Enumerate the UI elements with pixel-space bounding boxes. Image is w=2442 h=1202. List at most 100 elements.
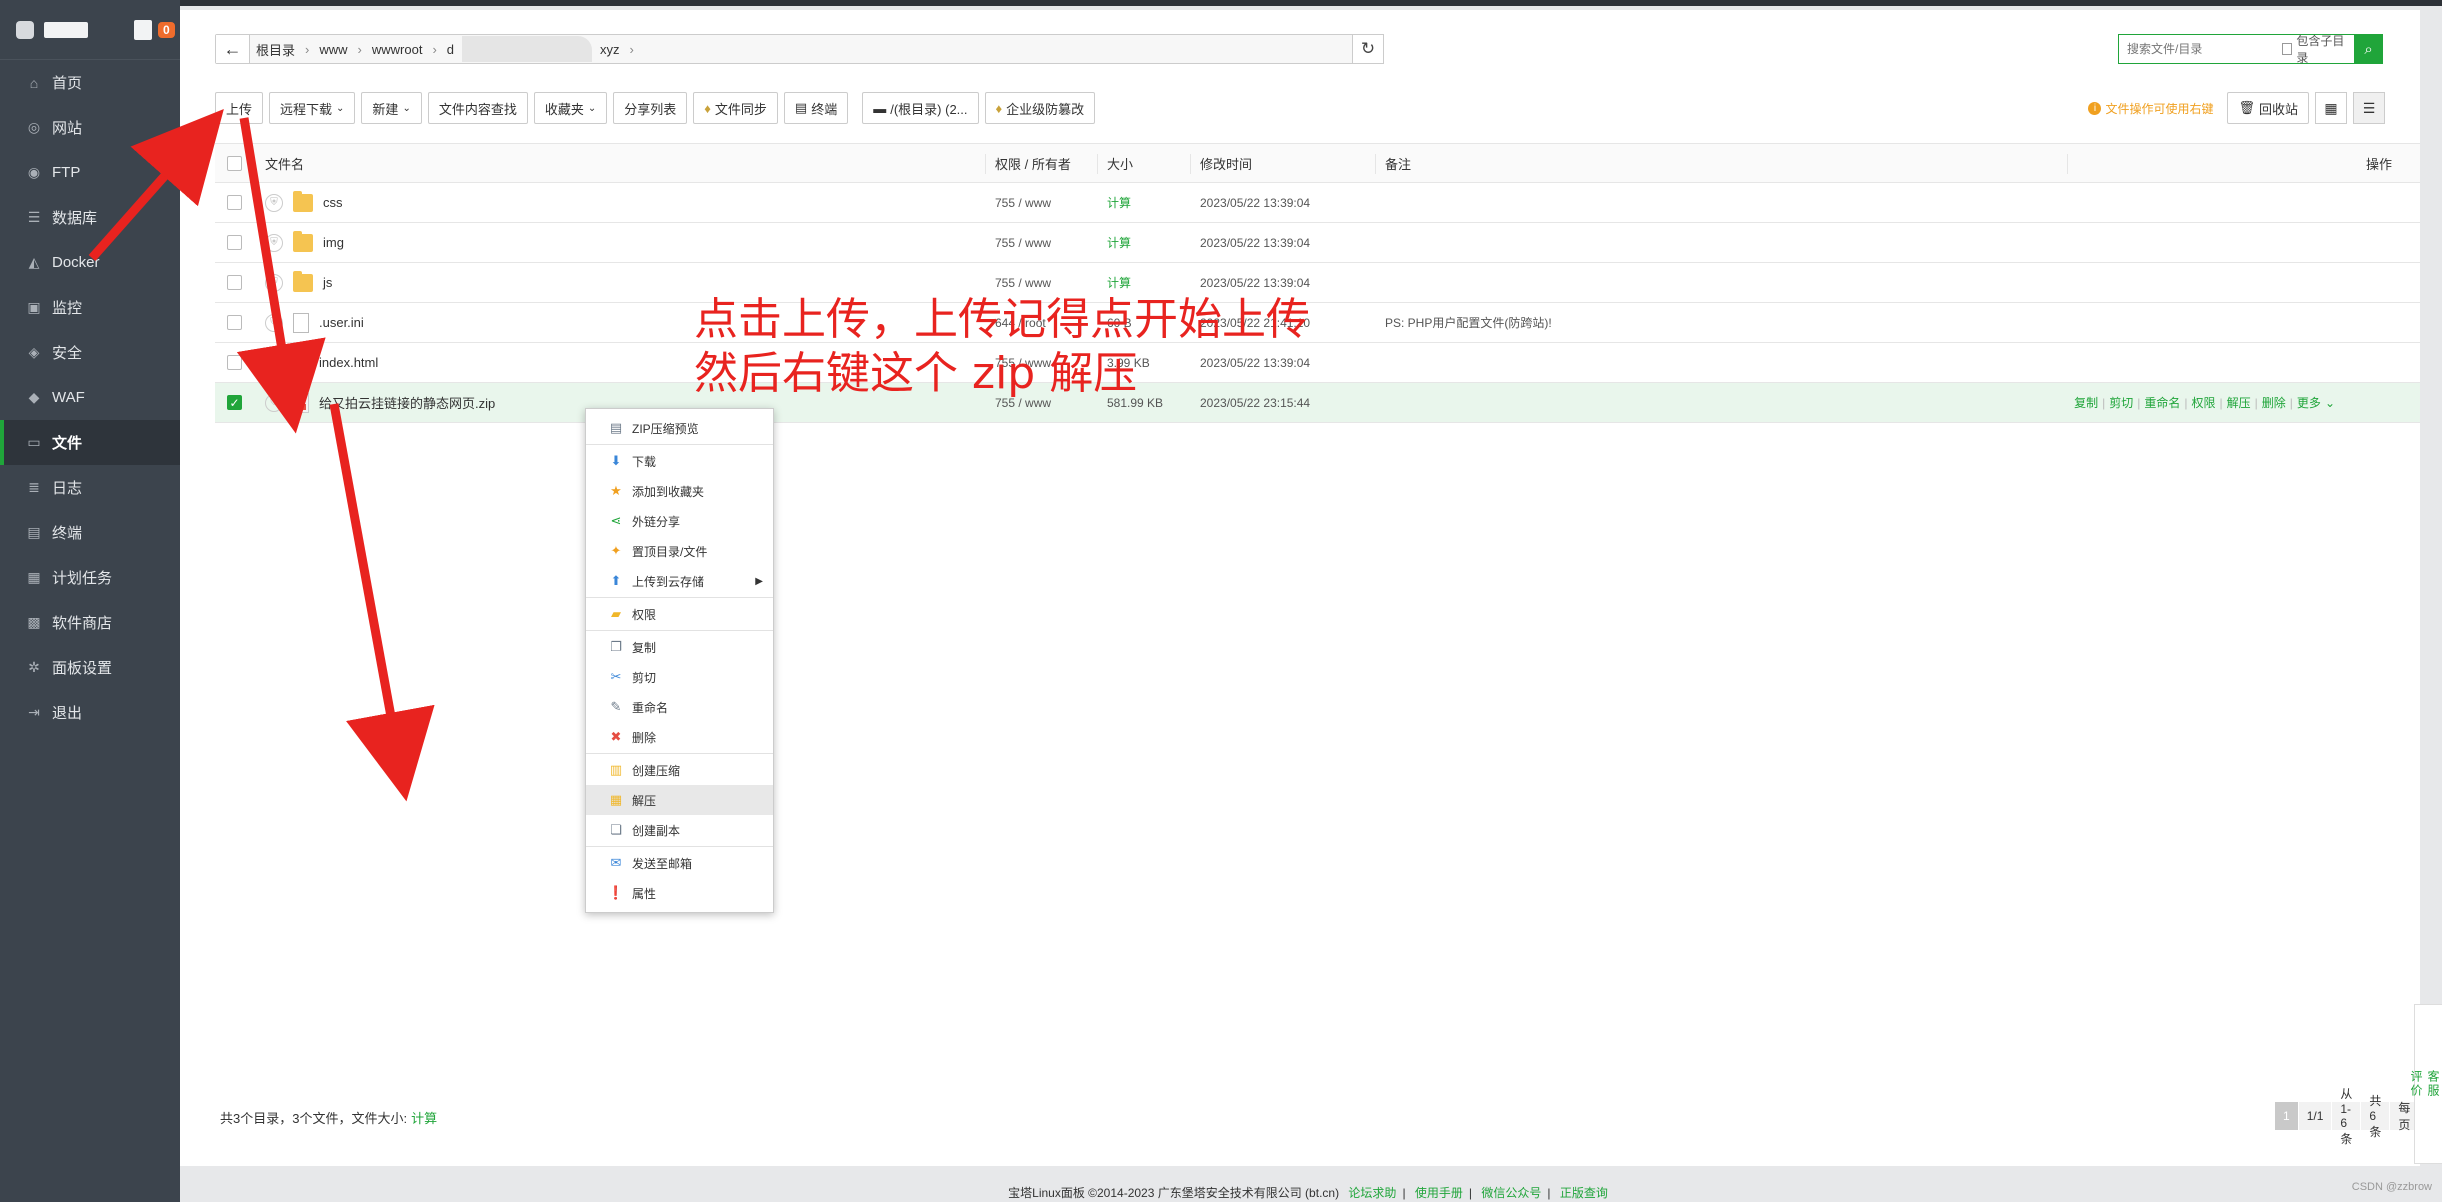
context-menu-item[interactable]: ▤ ZIP压缩预览 [586,413,773,443]
file-name[interactable]: img [323,235,344,250]
select-all-checkbox[interactable] [227,144,242,182]
sidebar-item-8[interactable]: ▭ 文件 [0,420,180,465]
shield-icon[interactable]: ⛨ [265,353,283,372]
file-name[interactable]: js [323,275,332,290]
sidebar-item-11[interactable]: ▦ 计划任务 [0,555,180,600]
search-input[interactable] [2119,35,2282,63]
rate-link[interactable]: 评价 [2408,1070,2425,1098]
file-name[interactable]: css [323,195,343,210]
path-bar[interactable]: ← 根目录 › www › wwwroot › d xyz › [215,34,1383,64]
file-name[interactable]: 给又拍云挂链接的静态网页.zip [319,393,495,412]
file-name-cell[interactable]: ⛨ img [265,223,344,262]
file-name-cell[interactable]: ⛨ js [265,263,332,302]
share-list-button[interactable]: 分享列表 [613,92,688,124]
shield-icon[interactable]: ⛨ [265,193,283,212]
table-row[interactable]: ⛨ .user.ini 644 / root 60 B 2023/05/22 21:41… [215,303,2420,343]
customer-service-link[interactable]: 客服 [2425,1070,2442,1098]
context-menu-item[interactable]: ✂ 剪切 [586,662,773,692]
search-icon[interactable]: ⌕ [2354,34,2383,64]
file-perm[interactable]: 755 / www [995,223,1051,262]
upload-button[interactable]: 上传 [215,92,264,124]
file-perm[interactable]: 755 / www [995,183,1051,222]
sidebar-item-6[interactable]: ◈ 安全 [0,330,180,375]
file-name-cell[interactable]: ⛨ index.html [265,343,378,382]
recycle-bin-button[interactable]: 🗑 回收站 [2227,92,2309,124]
header-size[interactable]: 大小 [1107,144,1133,182]
row-action-1[interactable]: 剪切 [2109,394,2133,411]
include-subdir-checkbox[interactable]: 包含子目录 [2282,32,2354,66]
row-action-6[interactable]: 更多 [2297,394,2321,411]
sidebar-item-5[interactable]: ▣ 监控 [0,285,180,330]
summary-calc-link[interactable]: 计算 [411,1111,437,1126]
file-name[interactable]: index.html [319,355,378,370]
row-action-4[interactable]: 解压 [2227,394,2251,411]
row-action-3[interactable]: 权限 [2192,394,2216,411]
sidebar-item-7[interactable]: ◆ WAF [0,375,180,420]
sidebar-item-0[interactable]: ⌂ 首页 [0,60,180,105]
sidebar-item-13[interactable]: ✲ 面板设置 [0,645,180,690]
footer-link-wechat[interactable]: 微信公众号 [1481,1186,1541,1200]
table-row[interactable]: ⛨ css 755 / www 计算 2023/05/22 13:39:04 [215,183,2420,223]
file-name-cell[interactable]: ⛨ .user.ini [265,303,364,342]
sidebar-item-3[interactable]: ☰ 数据库 [0,195,180,240]
row-checkbox[interactable]: ✓ [227,383,242,422]
breadcrumb-wwwroot[interactable]: wwwroot [372,42,423,57]
table-row[interactable]: ⛨ index.html 755 / www 3.99 KB 2023/05/22 13… [215,343,2420,383]
context-menu-item[interactable]: ✉ 发送至邮箱 [586,848,773,878]
context-menu-item[interactable]: ▦ 解压 [586,785,773,815]
row-checkbox[interactable] [227,223,242,262]
file-name[interactable]: .user.ini [319,315,364,330]
footer-link-forum[interactable]: 论坛求助 [1348,1186,1396,1200]
header-mtime[interactable]: 修改时间 [1200,144,1252,182]
context-menu-item[interactable]: ❗ 属性 [586,878,773,908]
row-action-5[interactable]: 删除 [2262,394,2286,411]
sidebar-item-14[interactable]: ⇥ 退出 [0,690,180,735]
context-menu-item[interactable]: ❐ 复制 [586,632,773,662]
floating-service-tab[interactable]: 客服 评价 [2409,1004,2442,1164]
breadcrumb-www[interactable]: www [319,42,347,57]
footer-link-manual[interactable]: 使用手册 [1415,1186,1463,1200]
row-checkbox[interactable] [227,343,242,382]
refresh-icon[interactable]: ↻ [1352,34,1384,64]
context-menu-item[interactable]: ▰ 权限 [586,599,773,629]
row-checkbox[interactable] [227,263,242,302]
file-size[interactable]: 计算 [1107,223,1131,262]
context-menu-item[interactable]: ✎ 重命名 [586,692,773,722]
context-menu-item[interactable]: ⋖ 外链分享 [586,506,773,536]
file-name-cell[interactable]: ⛨ 给又拍云挂链接的静态网页.zip [265,383,495,422]
sidebar-item-2[interactable]: ◉ FTP [0,150,180,195]
breadcrumb-site[interactable]: d [447,42,454,57]
shield-icon[interactable]: ⛨ [265,273,283,292]
sidebar-item-12[interactable]: ▩ 软件商店 [0,600,180,645]
terminal-button[interactable]: ▤ 终端 [783,92,849,124]
sidebar-item-9[interactable]: ≣ 日志 [0,465,180,510]
file-size[interactable]: 计算 [1107,183,1131,222]
breadcrumb-site-tail[interactable]: xyz [600,42,620,57]
file-note[interactable]: PS: PHP用户配置文件(防跨站)! [1385,303,1552,342]
row-checkbox[interactable] [227,183,242,222]
list-view-icon[interactable]: ☰ [2353,92,2385,124]
table-row[interactable]: ⛨ js 755 / www 计算 2023/05/22 13:39:04 [215,263,2420,303]
breadcrumb-root[interactable]: 根目录 [256,40,295,59]
shield-icon[interactable]: ⛨ [265,233,283,252]
table-row[interactable]: ✓ ⛨ 给又拍云挂链接的静态网页.zip 755 / www 581.99 KB 2023… [215,383,2420,423]
context-menu-item[interactable]: ❏ 创建副本 [586,815,773,845]
page-current[interactable]: 1 [2275,1102,2299,1130]
grid-view-icon[interactable]: ▦ [2315,92,2347,124]
file-sync-button[interactable]: ♦ 文件同步 [693,92,778,124]
header-name[interactable]: 文件名 [265,144,304,182]
message-icon[interactable] [134,19,152,40]
disk-button[interactable]: ▬/(根目录) (2... [862,92,979,124]
back-arrow-icon[interactable]: ← [216,35,250,63]
footer-link-license[interactable]: 正版查询 [1560,1186,1608,1200]
table-row[interactable]: ⛨ img 755 / www 计算 2023/05/22 13:39:04 [215,223,2420,263]
chevron-down-icon[interactable]: ⌄ [2325,396,2335,410]
header-perm[interactable]: 权限 / 所有者 [995,144,1071,182]
context-menu-item[interactable]: ⬆ 上传到云存储 ▶ [586,566,773,596]
shield-icon[interactable]: ⛨ [265,313,283,332]
context-menu-item[interactable]: ✦ 置顶目录/文件 [586,536,773,566]
row-action-0[interactable]: 复制 [2074,394,2098,411]
row-action-2[interactable]: 重命名 [2144,394,2180,411]
new-button[interactable]: 新建 ⌄ [361,92,422,124]
context-menu-item[interactable]: ✖ 删除 [586,722,773,752]
